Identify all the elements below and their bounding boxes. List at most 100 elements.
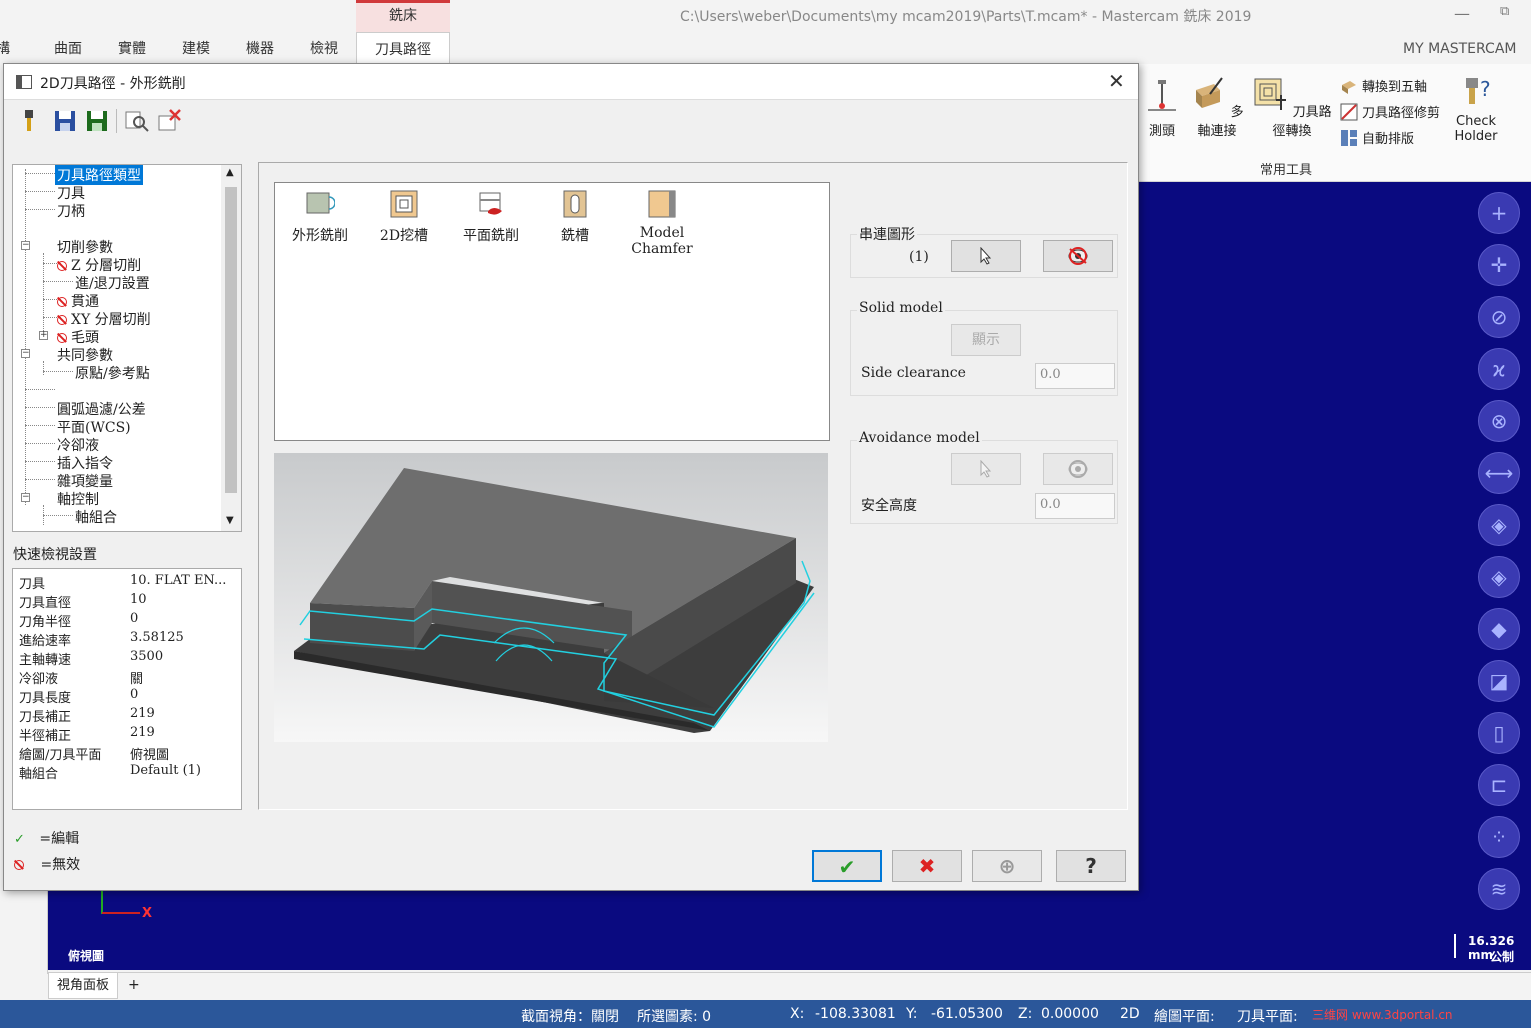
check-holder-button[interactable]: ? Check Holder [1448, 74, 1504, 144]
tree-item-planes[interactable]: 平面(WCS) [57, 417, 131, 437]
toolpath-transform-button[interactable]: 刀具路徑轉換 [1250, 76, 1334, 139]
tree-scroll-thumb[interactable] [225, 187, 237, 493]
analyze-icon[interactable]: ◈ [1478, 556, 1520, 598]
select-chain-button[interactable] [951, 240, 1021, 272]
tree-expander-tabs[interactable]: + [39, 331, 48, 340]
save-default-icon[interactable] [84, 108, 110, 134]
plane-icon[interactable]: ⊏ [1478, 764, 1520, 806]
tree-item-home-ref-points[interactable]: 原點/參考點 [75, 363, 150, 383]
qv-key: 刀具長度 [19, 691, 72, 706]
tab-model-prep[interactable]: 建模 [182, 32, 210, 64]
multiaxis-link-button[interactable]: 多軸連接 [1188, 76, 1246, 139]
tree-item-break-through[interactable]: 貫通 [57, 291, 99, 311]
context-tab-mill[interactable]: 銑床 [356, 0, 450, 32]
tab-wireframe[interactable]: 構 [0, 32, 10, 64]
convert-5axis-button[interactable]: 轉換到五軸 [1340, 76, 1427, 95]
tab-solids[interactable]: 實體 [118, 32, 146, 64]
tree-item-tool[interactable]: 刀具 [57, 183, 85, 203]
safe-height-input[interactable]: 0.0 [1035, 493, 1115, 519]
tree-item-multi-passes[interactable]: XY 分層切削 [57, 309, 151, 329]
add-viewsheet-button[interactable]: + [128, 977, 140, 993]
panel-icon[interactable]: ▯ [1478, 712, 1520, 754]
dialog-title: 2D刀具路徑 - 外形銑削 [40, 76, 186, 92]
scroll-down-icon[interactable]: ▼ [226, 515, 234, 526]
type-contour[interactable]: 外形銑削 [285, 189, 355, 245]
zoom-target-icon[interactable]: ✛ [1478, 244, 1520, 286]
no-selection-icon[interactable]: ⊘ [1478, 296, 1520, 338]
tree-item-axis-combination[interactable]: 軸組合 [75, 507, 117, 527]
tree-item-cut-params[interactable]: 切削參數 [57, 237, 113, 257]
tree-item-axis-control[interactable]: 軸控制 [57, 489, 99, 509]
remove-avoidance-button[interactable] [1043, 453, 1113, 485]
slot-mill-icon [563, 190, 587, 218]
grid-icon[interactable]: ⁘ [1478, 816, 1520, 858]
view-name-label: 俯視圖 [68, 949, 105, 963]
tree-expander-linking[interactable]: − [21, 349, 30, 358]
select-avoidance-button[interactable] [951, 453, 1021, 485]
restore-icon[interactable]: ⧉ [1500, 4, 1509, 19]
type-pocket[interactable]: 2D挖槽 [369, 189, 439, 245]
apply-button[interactable]: ⊕ [972, 850, 1042, 882]
tab-view[interactable]: 檢視 [310, 32, 338, 64]
x-coord-value: -108.33081 [815, 1006, 896, 1022]
tree-scrollbar[interactable]: ▲ ▼ [221, 165, 241, 531]
section-view-status[interactable]: 截面視角：關閉 [521, 1006, 619, 1026]
preview-icon[interactable] [124, 108, 150, 134]
invalid-icon [57, 297, 67, 307]
type-model-chamfer[interactable]: Model Chamfer [625, 189, 699, 257]
tree-item-toolpath-type[interactable]: 刀具路徑類型 [55, 165, 143, 185]
tab-toolpaths[interactable]: 刀具路徑 [356, 32, 450, 64]
window-icon [16, 75, 32, 89]
my-mastercam-link[interactable]: MY MASTERCAM [1403, 41, 1516, 57]
tree-item-lead-in-out[interactable]: 進/退刀設置 [75, 273, 150, 293]
side-clearance-label: Side clearance [861, 365, 966, 381]
tree-item-canned-text[interactable]: 插入指令 [57, 453, 113, 473]
zoom-in-icon[interactable]: + [1478, 192, 1520, 234]
cplane-selector[interactable]: 繪圖平面: [1154, 1006, 1215, 1026]
tree-item-tabs[interactable]: 毛頭 [57, 327, 99, 347]
probe-button[interactable]: 測頭 [1144, 76, 1180, 139]
qv-value: Default (1) [130, 763, 201, 778]
solid-model-label: Solid model [857, 300, 945, 316]
help-button[interactable]: ? [1056, 850, 1126, 882]
tree-expander-axis-control[interactable]: − [21, 493, 30, 502]
tab-surfaces[interactable]: 曲面 [54, 32, 82, 64]
trim-toolpath-button[interactable]: 刀具路徑修剪 [1340, 102, 1440, 121]
tree-item-depth-cuts[interactable]: Z 分層切削 [57, 255, 141, 275]
toolpath-preview-image [274, 453, 828, 742]
layer-view-icon[interactable]: ◪ [1478, 660, 1520, 702]
tree-expander-cut-params[interactable]: − [21, 241, 30, 250]
show-solid-button[interactable]: 顯示 [951, 324, 1021, 356]
dimension-icon[interactable]: ⟷ [1478, 452, 1520, 494]
mode-2d-toggle[interactable]: 2D [1120, 1006, 1140, 1022]
tree-item-misc-values[interactable]: 雜項變量 [57, 471, 113, 491]
ok-button[interactable]: ✔ [812, 850, 882, 882]
tree-item-linking-params[interactable]: 共同參數 [57, 345, 113, 365]
invalid-icon [57, 261, 67, 271]
cancel-button[interactable]: ✖ [892, 850, 962, 882]
type-slot-mill[interactable]: 銑槽 [545, 189, 605, 245]
measure-icon[interactable]: ◈ [1478, 504, 1520, 546]
tree-item-arc-filter[interactable]: 圓弧過濾/公差 [57, 399, 146, 419]
remove-icon[interactable] [156, 108, 182, 134]
tab-viewsheet[interactable]: 視角面板 [48, 973, 119, 999]
curve-icon[interactable]: ϰ [1478, 348, 1520, 390]
type-facing[interactable]: 平面銑削 [453, 189, 529, 245]
viewsheet-tabs: 視角面板 + [48, 972, 1531, 1000]
side-clearance-input[interactable]: 0.0 [1035, 363, 1115, 389]
close-icon[interactable]: ✕ [1108, 69, 1125, 93]
save-icon[interactable] [52, 108, 78, 134]
auto-nest-button[interactable]: 自動排版 [1340, 128, 1414, 147]
minimize-icon[interactable]: — [1454, 4, 1470, 23]
remove-chain-button[interactable] [1043, 240, 1113, 272]
solid-view-icon[interactable]: ◆ [1478, 608, 1520, 650]
scroll-up-icon[interactable]: ▲ [226, 167, 234, 178]
tool-library-icon[interactable] [16, 108, 42, 134]
rotate-view-icon[interactable]: ⊗ [1478, 400, 1520, 442]
tree-item-holder[interactable]: 刀柄 [57, 201, 85, 221]
tplane-selector[interactable]: 刀具平面: [1237, 1006, 1298, 1026]
tree-item-coolant[interactable]: 冷卻液 [57, 435, 99, 455]
tab-machine[interactable]: 機器 [246, 32, 274, 64]
layers-icon[interactable]: ≋ [1478, 868, 1520, 910]
facing-icon [479, 192, 502, 215]
